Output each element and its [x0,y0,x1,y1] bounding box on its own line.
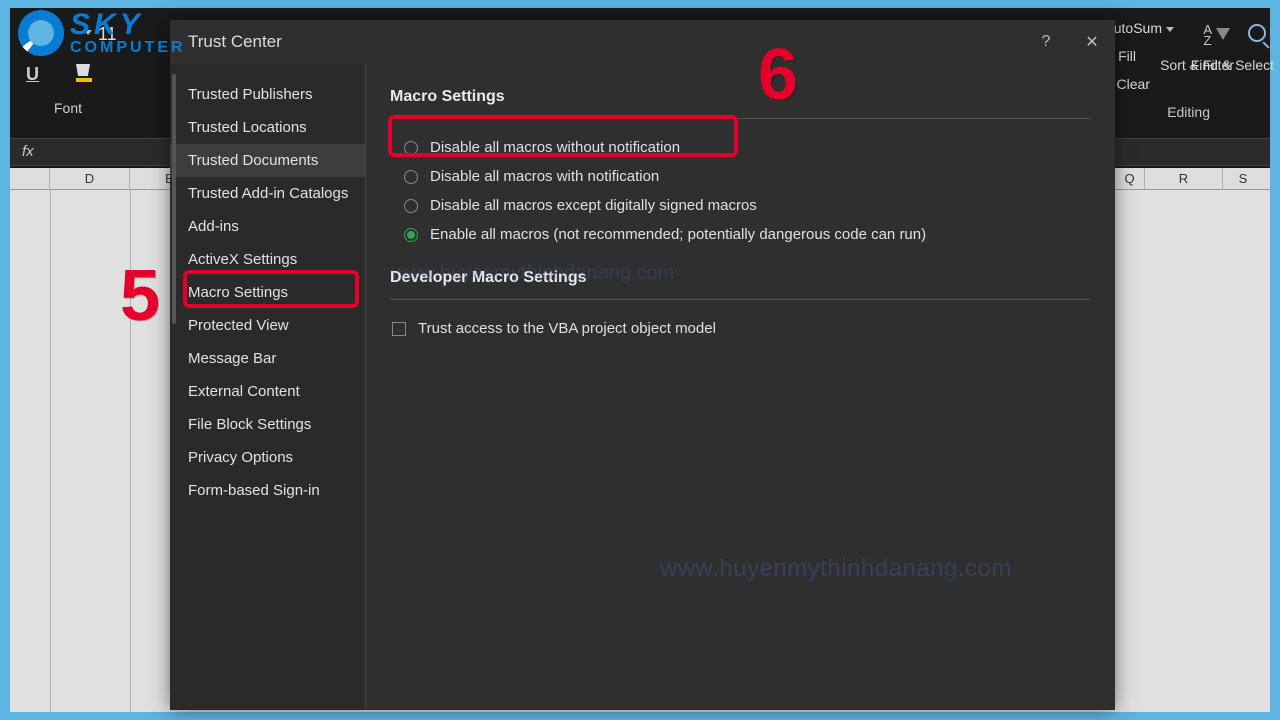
sidebar-item-external-content[interactable]: External Content [170,375,365,408]
radio-label: Disable all macros except digitally sign… [430,197,757,214]
fx-label: fx [22,143,34,160]
radio-icon [404,141,418,155]
sidebar-item-trusted-documents[interactable]: Trusted Documents [170,144,365,177]
watermark: www.huyenmythinhdanang.com [392,262,674,285]
macro-option-disable-except-signed[interactable]: Disable all macros except digitally sign… [390,191,1091,220]
dialog-titlebar: Trust Center ? ✕ [170,20,1115,64]
trust-center-dialog: Trust Center ? ✕ Trusted Publishers Trus… [170,20,1115,710]
annotation-number-5: 5 [120,255,160,337]
sidebar-item-privacy-options[interactable]: Privacy Options [170,441,365,474]
trust-center-sidebar: Trusted Publishers Trusted Locations Tru… [170,64,366,710]
font-group-label: Font [54,100,82,116]
sidebar-item-trusted-publishers[interactable]: Trusted Publishers [170,78,365,111]
column-header[interactable]: D [50,168,130,189]
sort-az-icon: A Z [1203,24,1212,46]
sidebar-item-trusted-addin-catalogs[interactable]: Trusted Add-in Catalogs [170,177,365,210]
sidebar-item-activex-settings[interactable]: ActiveX Settings [170,243,365,276]
logo-text-computer: COMPUTER [70,40,186,56]
clear-button[interactable]: Clear [1117,76,1152,92]
fill-color-icon[interactable] [76,64,96,82]
column-headers-right: Q R S [1115,168,1270,190]
sidebar-item-trusted-locations[interactable]: Trusted Locations [170,111,365,144]
watermark: www.huyenmythinhdanang.com [660,555,1012,583]
macro-option-enable-all[interactable]: Enable all macros (not recommended; pote… [390,220,1091,249]
sidebar-item-file-block-settings[interactable]: File Block Settings [170,408,365,441]
editing-group-label: Editing [1167,104,1210,120]
radio-label: Disable all macros with notification [430,168,659,185]
annotation-number-6: 6 [758,34,798,116]
sidebar-item-message-bar[interactable]: Message Bar [170,342,365,375]
trust-center-content: Macro Settings Disable all macros withou… [366,64,1115,710]
dialog-title: Trust Center [188,32,282,52]
search-icon [1248,24,1266,42]
close-button[interactable]: ✕ [1069,20,1115,64]
underline-icon[interactable]: U [26,64,39,85]
divider [390,299,1091,300]
radio-icon [404,228,418,242]
help-button[interactable]: ? [1023,20,1069,64]
radio-icon [404,199,418,213]
column-header[interactable]: Q [1115,168,1145,189]
checkbox-label: Trust access to the VBA project object m… [418,320,716,337]
find-select-button[interactable]: Find & Select [1191,58,1274,72]
sidebar-item-macro-settings[interactable]: Macro Settings [170,276,365,309]
sidebar-item-add-ins[interactable]: Add-ins [170,210,365,243]
fill-button[interactable]: Fill [1118,48,1138,64]
logo-text-sky: SKY [70,10,186,40]
sky-computer-logo: SKY COMPUTER [18,10,186,56]
macro-option-disable-with-notification[interactable]: Disable all macros with notification [390,162,1091,191]
divider [390,118,1091,119]
radio-label: Disable all macros without notification [430,139,680,156]
radio-icon [404,170,418,184]
macro-option-disable-without-notification[interactable]: Disable all macros without notification [390,133,1091,162]
macro-settings-heading: Macro Settings [390,88,1091,106]
column-header[interactable]: S [1223,168,1263,189]
filter-icon [1216,28,1230,40]
logo-swirl-icon [18,10,64,56]
trust-vba-access-checkbox-row[interactable]: Trust access to the VBA project object m… [390,314,1091,343]
checkbox-icon [392,322,406,336]
chevron-down-icon[interactable] [1166,27,1174,32]
scrollbar-thumb[interactable] [172,74,176,324]
radio-label: Enable all macros (not recommended; pote… [430,226,926,243]
sidebar-item-protected-view[interactable]: Protected View [170,309,365,342]
column-header[interactable]: R [1145,168,1223,189]
sidebar-item-form-based-signin[interactable]: Form-based Sign-in [170,474,365,507]
